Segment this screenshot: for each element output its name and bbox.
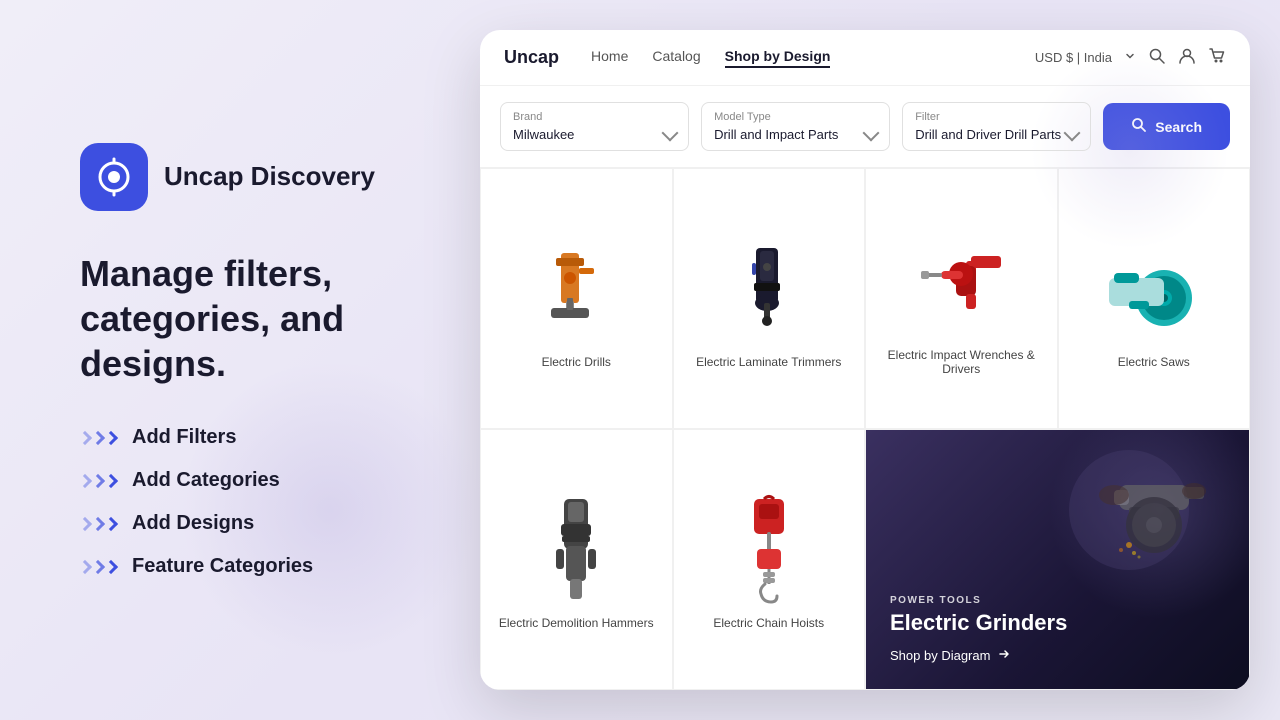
product-image-electric-saws [1094,233,1214,343]
feature-label-add-filters: Add Filters [132,426,236,449]
product-name-electric-saws: Electric Saws [1118,355,1190,369]
product-name-electric-demolition-hammers: Electric Demolition Hammers [499,616,654,630]
product-card-electric-demolition-hammers[interactable]: Electric Demolition Hammers [480,429,673,690]
brand-filter-value: Milwaukee [513,127,574,142]
product-image-electric-laminate-trimmers [709,233,829,343]
nav-links: Home Catalog Shop by Design [591,48,1035,68]
product-name-electric-drills: Electric Drills [542,355,611,369]
nav-link-catalog[interactable]: Catalog [652,48,700,68]
featured-card-electric-grinders[interactable]: POWER TOOLS Electric Grinders Shop by Di… [865,429,1250,690]
feature-item-add-designs[interactable]: Add Designs [80,512,420,535]
featured-bg: POWER TOOLS Electric Grinders Shop by Di… [866,430,1249,689]
product-card-electric-drills[interactable]: Electric Drills [480,168,673,429]
filter-filter[interactable]: Filter Drill and Driver Drill Parts [902,102,1091,151]
logo-area: Uncap Discovery [80,143,420,211]
featured-link-arrow-icon [996,646,1012,665]
product-name-electric-chain-hoists: Electric Chain Hoists [713,616,824,630]
chevrons-icon-4 [80,560,116,572]
left-panel: Uncap Discovery Manage filters, categori… [0,83,480,638]
product-card-electric-chain-hoists[interactable]: Electric Chain Hoists [673,429,866,690]
filter-filter-label: Filter [915,111,1078,123]
product-image-electric-drills [516,233,636,343]
nav-link-home[interactable]: Home [591,48,628,68]
feature-label-add-designs: Add Designs [132,512,254,535]
feature-item-add-filters[interactable]: Add Filters [80,426,420,449]
chevrons-icon-2 [80,474,116,486]
model-type-filter-value: Drill and Impact Parts [714,127,838,142]
feature-list: Add Filters Add Categories Add Designs [80,426,420,578]
brand-filter[interactable]: Brand Milwaukee [500,102,689,151]
cart-icon[interactable] [1208,47,1226,68]
nav-logo: Uncap [504,47,559,68]
product-image-electric-demolition-hammers [516,494,636,604]
featured-link[interactable]: Shop by Diagram [890,646,1225,665]
product-name-electric-laminate-trimmers: Electric Laminate Trimmers [696,355,841,369]
product-card-electric-laminate-trimmers[interactable]: Electric Laminate Trimmers [673,168,866,429]
product-name-electric-impact-wrenches: Electric Impact Wrenches & Drivers [882,348,1041,376]
model-type-filter[interactable]: Model Type Drill and Impact Parts [701,102,890,151]
brand-filter-label: Brand [513,111,676,123]
chevrons-icon [80,431,116,443]
chevrons-icon-3 [80,517,116,529]
product-card-electric-impact-wrenches[interactable]: Electric Impact Wrenches & Drivers [865,168,1058,429]
logo-icon [80,143,148,211]
nav-link-shop-by-design[interactable]: Shop by Design [725,48,831,68]
headline: Manage filters, categories, and designs. [80,251,420,386]
product-image-electric-impact-wrenches [901,226,1021,336]
app-name: Uncap Discovery [164,161,375,192]
featured-category: POWER TOOLS [890,595,1225,606]
feature-item-feature-categories[interactable]: Feature Categories [80,555,420,578]
brand-chevron-down-icon [662,124,679,141]
model-type-filter-label: Model Type [714,111,877,123]
feature-item-add-categories[interactable]: Add Categories [80,469,420,492]
filter-chevron-down-icon [1064,124,1081,141]
product-image-electric-chain-hoists [709,494,829,604]
feature-label-add-categories: Add Categories [132,469,280,492]
feature-label-feature-categories: Feature Categories [132,555,313,578]
model-type-chevron-down-icon [863,124,880,141]
featured-title: Electric Grinders [890,610,1225,636]
filter-filter-value: Drill and Driver Drill Parts [915,127,1061,142]
featured-link-label: Shop by Diagram [890,648,990,663]
